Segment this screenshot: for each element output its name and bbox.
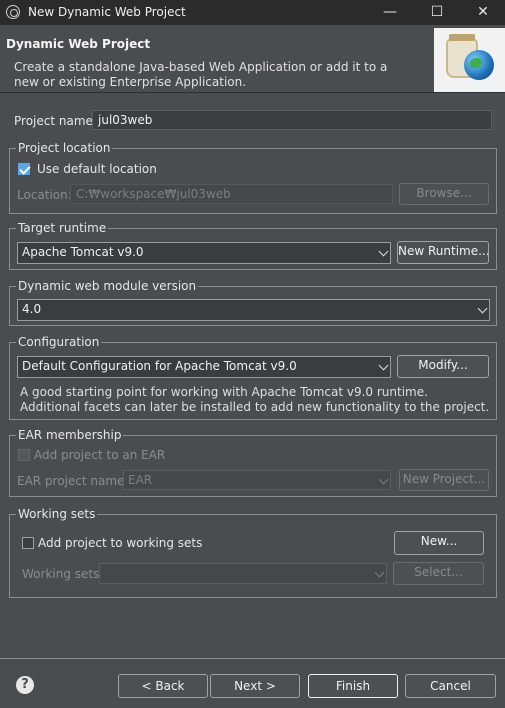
chevron-down-icon [477, 303, 488, 314]
new-ear-project-button[interactable]: New Project... [399, 469, 489, 491]
select-working-sets-button[interactable]: Select... [393, 562, 484, 585]
add-to-ear-checkbox[interactable] [18, 449, 30, 461]
working-sets-label: Working sets: [22, 567, 104, 581]
wizard-description: Create a standalone Java-based Web Appli… [14, 60, 388, 89]
target-runtime-value: Apache Tomcat v9.0 [22, 245, 144, 259]
working-sets-select[interactable] [99, 563, 387, 584]
module-version-value: 4.0 [22, 302, 42, 316]
footer-separator [0, 658, 505, 659]
location-input[interactable]: C:₩workspace₩jul03web [70, 184, 393, 204]
wizard-title: Dynamic Web Project [6, 37, 151, 51]
new-working-set-button[interactable]: New... [394, 531, 484, 555]
ear-project-value: EAR [128, 473, 153, 487]
finish-button[interactable]: Finish [308, 674, 398, 698]
chevron-down-icon [378, 360, 389, 371]
eclipse-app-icon [6, 5, 20, 19]
new-runtime-button[interactable]: New Runtime... [397, 241, 490, 264]
minimize-button[interactable]: — [367, 0, 413, 25]
configuration-description: A good starting point for working with A… [20, 385, 490, 414]
help-icon[interactable]: ? [16, 676, 34, 694]
maximize-button[interactable]: ☐ [414, 0, 460, 25]
browse-button[interactable]: Browse... [399, 183, 489, 205]
configuration-value: Default Configuration for Apache Tomcat … [22, 359, 297, 373]
configuration-legend: Configuration [16, 335, 102, 349]
project-location-legend: Project location [16, 141, 113, 155]
chevron-down-icon [378, 474, 389, 485]
configuration-select[interactable]: Default Configuration for Apache Tomcat … [17, 356, 391, 378]
location-label: Location: [17, 188, 72, 202]
project-name-input[interactable]: jul03web [92, 110, 492, 130]
modify-button[interactable]: Modify... [397, 355, 489, 378]
project-name-label: Project name: [14, 114, 97, 128]
module-version-legend: Dynamic web module version [16, 279, 199, 293]
cancel-button[interactable]: Cancel [405, 674, 496, 698]
globe-icon [464, 50, 494, 80]
ear-project-name-label: EAR project name: [17, 474, 129, 488]
working-sets-group [9, 514, 497, 598]
add-to-ear-label: Add project to an EAR [34, 448, 166, 462]
ear-project-select[interactable]: EAR [123, 470, 391, 490]
add-to-working-sets-checkbox[interactable] [22, 537, 34, 549]
module-version-select[interactable]: 4.0 [17, 299, 490, 321]
close-button[interactable]: ✕ [460, 0, 505, 25]
chevron-down-icon [374, 567, 385, 578]
back-button[interactable]: < Back [118, 674, 208, 698]
ear-membership-legend: EAR membership [16, 428, 124, 442]
add-to-working-sets-label: Add project to working sets [38, 536, 203, 550]
target-runtime-legend: Target runtime [16, 221, 109, 235]
jar-lid-icon [449, 34, 475, 41]
window-title: New Dynamic Web Project [28, 5, 186, 19]
use-default-location-label: Use default location [37, 162, 157, 176]
title-bar: New Dynamic Web Project — ☐ ✕ [0, 0, 505, 25]
web-project-banner-image [434, 28, 505, 92]
use-default-location-checkbox[interactable] [18, 163, 30, 175]
next-button[interactable]: Next > [210, 674, 300, 698]
working-sets-legend: Working sets [16, 507, 98, 521]
chevron-down-icon [378, 246, 389, 257]
wizard-header: Dynamic Web Project Create a standalone … [0, 25, 505, 93]
target-runtime-select[interactable]: Apache Tomcat v9.0 [17, 242, 391, 264]
